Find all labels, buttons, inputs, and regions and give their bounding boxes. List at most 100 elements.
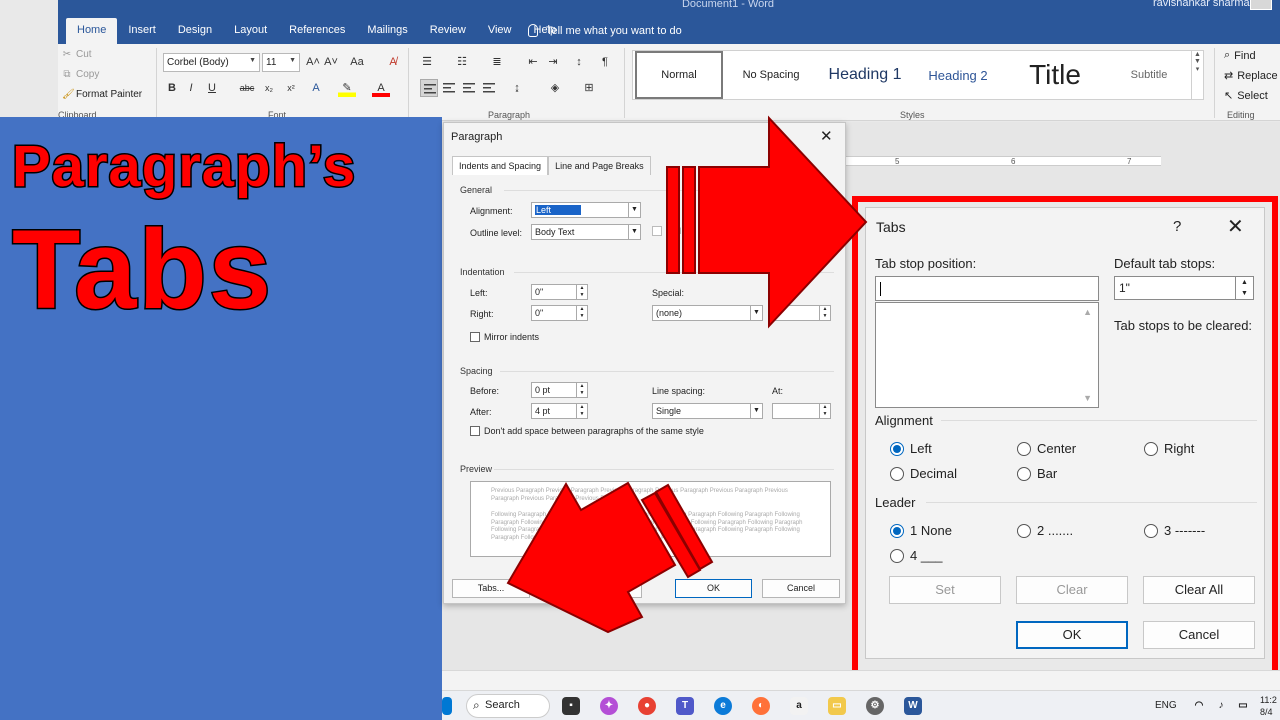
help-icon[interactable]: ? [1173, 218, 1181, 235]
spinner-icon[interactable]: ▲ ▼ [576, 383, 587, 397]
tab-layout[interactable]: Layout [223, 18, 278, 44]
tabs-button[interactable]: Tabs... [452, 579, 530, 598]
before-input[interactable]: 0 pt ▲ ▼ [531, 382, 588, 398]
mirror-indents-checkbox[interactable]: Mirror indents [470, 332, 539, 342]
taskbar-search[interactable]: ⌕ Search [466, 694, 550, 718]
tab-line-and-page-breaks[interactable]: Line and Page Breaks [548, 156, 651, 175]
align-decimal-radio[interactable]: Decimal [890, 466, 957, 481]
by-input[interactable]: ▲ ▼ [774, 305, 831, 321]
tab-review[interactable]: Review [419, 18, 477, 44]
copilot-icon[interactable]: ✦ [600, 697, 618, 715]
avatar[interactable] [1250, 0, 1272, 10]
spinner-icon[interactable]: ▲ ▼ [819, 404, 830, 418]
pilcrow-icon[interactable]: ¶ [596, 53, 614, 71]
italic-icon[interactable]: I [182, 79, 200, 97]
scroll-down-icon[interactable]: ▼ [1083, 393, 1092, 403]
task-view-icon[interactable]: ▪ [562, 697, 580, 715]
spinner-icon[interactable]: ▲ ▼ [819, 306, 830, 320]
change-case-icon[interactable]: Aa [348, 53, 366, 71]
align-center-radio[interactable]: Center [1017, 441, 1076, 456]
style-no-spacing[interactable]: No Spacing [725, 51, 817, 99]
tab-insert[interactable]: Insert [117, 18, 167, 44]
format-painter-button[interactable]: 🖌 Format Painter [62, 89, 142, 100]
font-size-combo[interactable]: 11 ▼ [262, 53, 300, 72]
line-spacing-icon[interactable]: ↨ [508, 79, 526, 97]
spinner-icon[interactable]: ▲ ▼ [576, 306, 587, 320]
windows-start-icon[interactable] [442, 697, 452, 715]
font-name-combo[interactable]: Corbel (Body) ▼ [163, 53, 260, 72]
at-input[interactable]: ▲ ▼ [772, 403, 831, 419]
special-select[interactable]: (none) ▼ [652, 305, 763, 321]
tab-view[interactable]: View [477, 18, 523, 44]
underline-icon[interactable]: U [203, 79, 221, 97]
leader-none-radio[interactable]: 1 None [890, 523, 952, 538]
spinner-icon[interactable]: ▲ ▼ [1235, 277, 1253, 299]
tab-stop-list[interactable]: ▲ ▼ [875, 302, 1099, 408]
align-right-radio[interactable]: Right [1144, 441, 1194, 456]
numbering-icon[interactable]: ☷ [453, 53, 471, 71]
align-left-icon[interactable] [420, 79, 438, 97]
styles-scroll[interactable]: ▲ ▼ ▾ [1191, 51, 1203, 99]
tab-stop-position-input[interactable] [875, 276, 1099, 301]
dont-add-space-checkbox[interactable]: Don't add space between paragraphs of th… [470, 426, 704, 436]
tab-design[interactable]: Design [167, 18, 223, 44]
tab-references[interactable]: References [278, 18, 356, 44]
line-spacing-select[interactable]: Single ▼ [652, 403, 763, 419]
superscript-icon[interactable]: x² [282, 79, 300, 97]
firefox-icon[interactable]: ◐ [752, 697, 770, 715]
highlight-icon[interactable]: ✎ [338, 79, 356, 97]
edge-icon[interactable]: e [714, 697, 732, 715]
close-icon[interactable]: ✕ [820, 127, 833, 145]
style-subtitle[interactable]: Subtitle [1107, 51, 1191, 99]
copy-button[interactable]: ⧉ Copy [62, 69, 99, 80]
style-heading-2[interactable]: Heading 2 [913, 51, 1003, 99]
bold-icon[interactable]: B [163, 79, 181, 97]
decrease-indent-icon[interactable]: ⇤ [524, 53, 542, 71]
align-right-icon[interactable] [460, 79, 478, 97]
cut-button[interactable]: ✂ Cut [62, 49, 92, 60]
increase-indent-icon[interactable]: ⇥ [544, 53, 562, 71]
collapsed-checkbox[interactable]: Coll... [652, 226, 689, 236]
horizontal-ruler[interactable]: 5 6 7 [845, 156, 1161, 166]
spinner-icon[interactable]: ▲ ▼ [576, 404, 587, 418]
leader-dots-radio[interactable]: 2 ....... [1017, 523, 1073, 538]
bullets-icon[interactable]: ☰ [418, 53, 436, 71]
style-heading-1[interactable]: Heading 1 [819, 51, 911, 99]
tell-me-box[interactable]: Tell me what you want to do [528, 24, 682, 37]
speaker-icon[interactable]: ♪ [1212, 697, 1230, 715]
font-color-icon[interactable]: A [372, 79, 390, 97]
leader-underline-radio[interactable]: 4 ___ [890, 548, 943, 563]
style-title[interactable]: Title [1005, 51, 1105, 99]
outline-level-select[interactable]: Body Text ▼ [531, 224, 641, 240]
default-tab-stops-input[interactable]: 1" ▲ ▼ [1114, 276, 1254, 300]
amazon-icon[interactable]: a [790, 697, 808, 715]
file-explorer-icon[interactable]: ▭ [828, 697, 846, 715]
leader-dashes-radio[interactable]: 3 ------- [1144, 523, 1205, 538]
chrome-icon[interactable]: ● [638, 697, 656, 715]
cancel-button[interactable]: Cancel [1143, 621, 1255, 649]
set-as-default-button[interactable]: ...ult [564, 579, 642, 598]
battery-icon[interactable]: ▭ [1234, 697, 1252, 715]
ok-button[interactable]: OK [1016, 621, 1128, 649]
ok-button[interactable]: OK [675, 579, 752, 598]
teams-icon[interactable]: T [676, 697, 694, 715]
select-button[interactable]: ↖ Select [1224, 89, 1268, 103]
style-normal[interactable]: Normal [635, 51, 723, 99]
grow-font-icon[interactable]: A˄ [304, 53, 322, 71]
text-effects-icon[interactable]: A [307, 79, 325, 97]
tab-mailings[interactable]: Mailings [356, 18, 418, 44]
sort-icon[interactable]: ↕ [570, 53, 588, 71]
settings-gear-icon[interactable]: ⚙ [866, 697, 884, 715]
align-center-icon[interactable] [440, 79, 458, 97]
clock[interactable]: 11:2 8/4 [1260, 694, 1277, 718]
find-button[interactable]: ⌕ Find [1224, 49, 1256, 62]
tab-indents-and-spacing[interactable]: Indents and Spacing [452, 156, 549, 175]
shading-icon[interactable]: ◈ [546, 79, 564, 97]
justify-icon[interactable] [480, 79, 498, 97]
clear-formatting-icon[interactable]: A̸ [384, 53, 402, 71]
wifi-icon[interactable]: ◠ [1190, 697, 1208, 715]
scroll-up-icon[interactable]: ▲ [1083, 307, 1092, 317]
multilevel-list-icon[interactable]: ≣ [488, 53, 506, 71]
alignment-select[interactable]: Left ▼ [531, 202, 641, 218]
tab-home[interactable]: Home [66, 18, 118, 44]
